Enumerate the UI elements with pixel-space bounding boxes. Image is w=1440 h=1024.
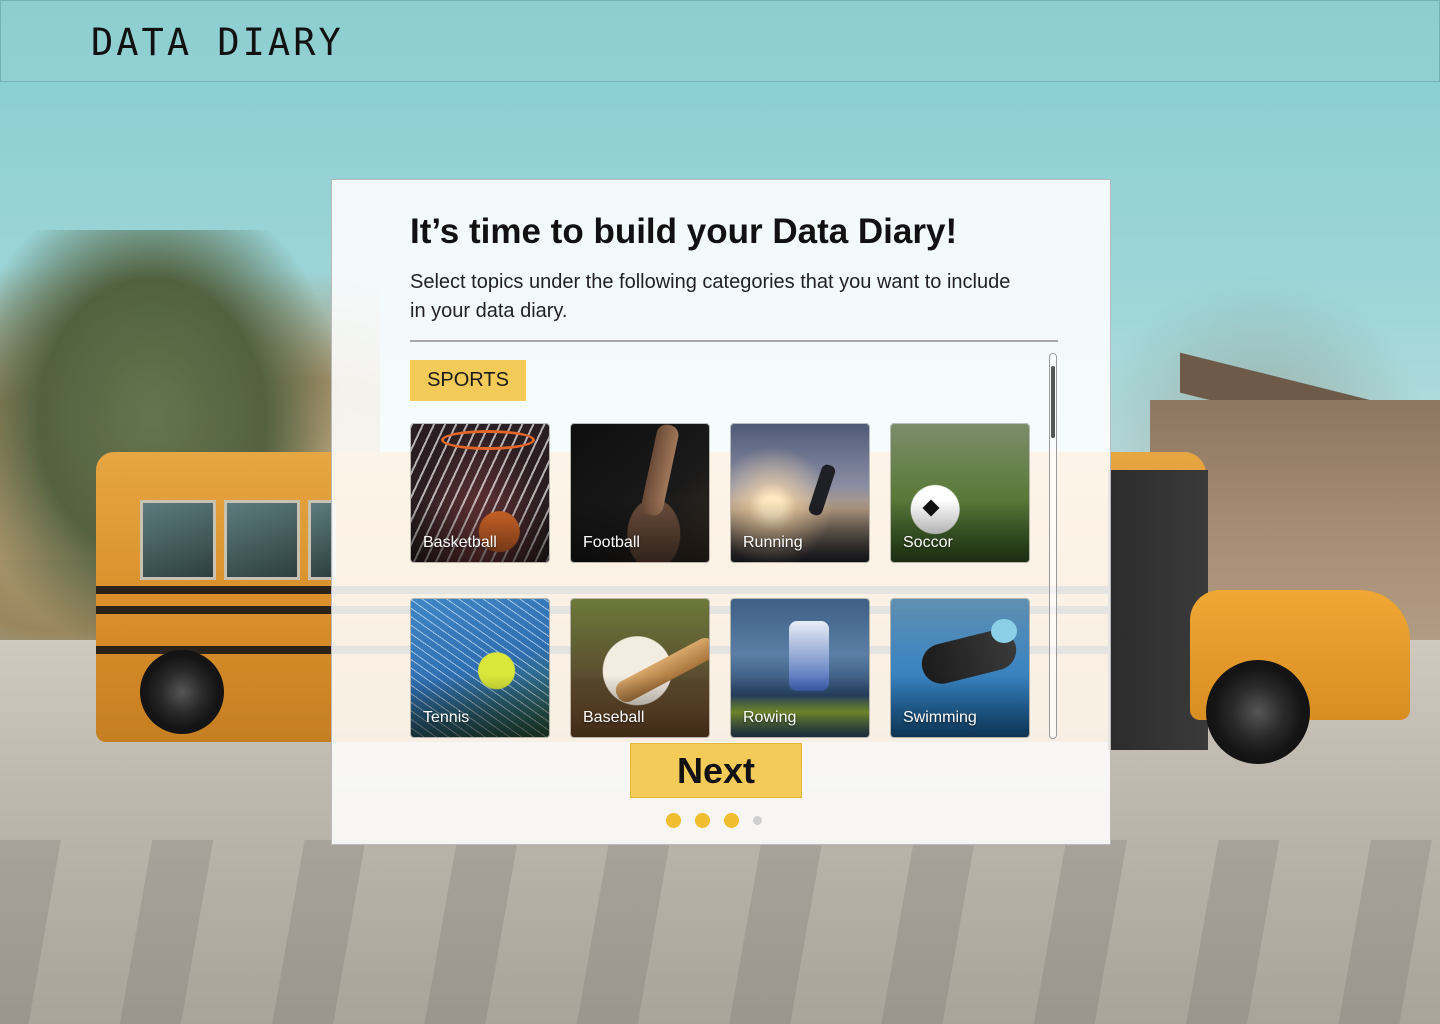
dialog-title: It’s time to build your Data Diary! — [410, 212, 958, 251]
bus-wheel-front — [1206, 660, 1310, 764]
topic-label: Basketball — [423, 534, 497, 551]
topic-tile-rowing[interactable]: Rowing — [730, 598, 870, 738]
next-button[interactable]: Next — [630, 743, 802, 798]
top-bar: DATA DIARY — [0, 0, 1440, 82]
topic-label: Soccor — [903, 534, 953, 551]
onboarding-dialog: It’s time to build your Data Diary! Sele… — [331, 179, 1111, 845]
category-sports-label: SPORTS — [410, 360, 526, 401]
dialog-instructions: Select topics under the following catego… — [410, 271, 1011, 322]
progress-dot-3 — [724, 813, 739, 828]
progress-dot-4 — [753, 816, 762, 825]
topic-tile-running[interactable]: Running — [730, 423, 870, 563]
topic-label: Running — [743, 534, 803, 551]
app-logo[interactable]: DATA DIARY — [91, 21, 344, 64]
progress-dots — [666, 813, 766, 829]
bus-wheel-rear — [140, 650, 224, 734]
topic-label: Baseball — [583, 709, 645, 726]
scrollbar-thumb[interactable] — [1051, 366, 1055, 438]
bus-window — [140, 500, 216, 580]
topic-label: Tennis — [423, 709, 470, 726]
topic-tile-tennis[interactable]: Tennis — [410, 598, 550, 738]
divider — [410, 340, 1058, 342]
progress-dot-1 — [666, 813, 681, 828]
topic-grid: Basketball Football Running Soccor Tenni… — [410, 423, 1032, 739]
topic-tile-soccer[interactable]: Soccor — [890, 423, 1030, 563]
topic-label: Football — [583, 534, 640, 551]
topic-label: Rowing — [743, 709, 797, 726]
topic-tile-baseball[interactable]: Baseball — [570, 598, 710, 738]
progress-dot-2 — [695, 813, 710, 828]
ground-shadows — [0, 840, 1440, 1024]
topic-tile-basketball[interactable]: Basketball — [410, 423, 550, 563]
topic-tile-swimming[interactable]: Swimming — [890, 598, 1030, 738]
topics-scrollbar[interactable] — [1049, 353, 1057, 739]
topic-tile-football[interactable]: Football — [570, 423, 710, 563]
bus-window — [224, 500, 300, 580]
topic-label: Swimming — [903, 709, 977, 726]
